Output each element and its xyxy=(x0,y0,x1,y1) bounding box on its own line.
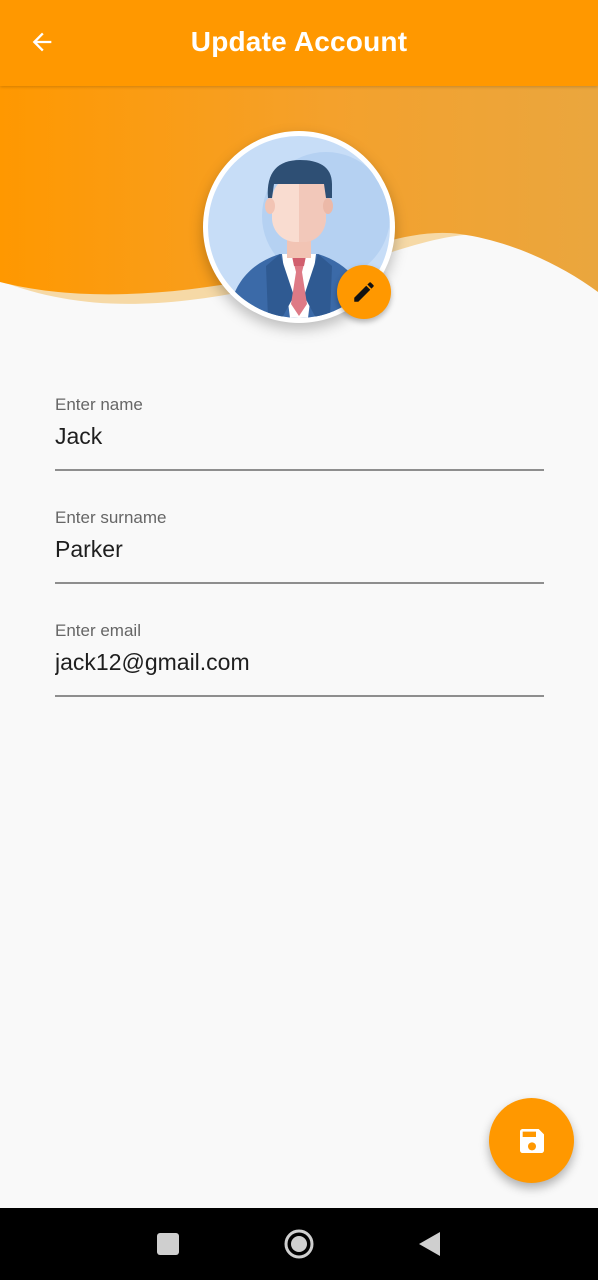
page-title: Update Account xyxy=(190,26,408,57)
profile-avatar-container xyxy=(203,131,395,323)
surname-field: Enter surname xyxy=(55,508,544,584)
system-navigation-bar xyxy=(0,1208,598,1280)
edit-photo-button[interactable] xyxy=(337,265,391,319)
recents-button[interactable] xyxy=(148,1226,188,1262)
name-field-underline xyxy=(55,469,544,471)
save-button[interactable] xyxy=(489,1098,574,1183)
home-button[interactable] xyxy=(279,1226,319,1262)
email-field-underline xyxy=(55,695,544,697)
email-field-label: Enter email xyxy=(55,621,141,640)
home-circle-icon xyxy=(284,1229,314,1259)
surname-field-underline xyxy=(55,582,544,584)
recents-square-icon xyxy=(157,1233,179,1255)
surname-input[interactable] xyxy=(55,533,544,565)
app-bar: Update Account xyxy=(0,0,598,86)
name-field: Enter name xyxy=(55,395,544,471)
system-back-button[interactable] xyxy=(410,1226,450,1262)
surname-field-label: Enter surname xyxy=(55,508,167,527)
pencil-icon xyxy=(354,282,374,302)
save-icon xyxy=(519,1128,544,1153)
email-input[interactable] xyxy=(55,646,544,678)
back-triangle-icon xyxy=(419,1232,440,1256)
name-input[interactable] xyxy=(55,420,544,452)
email-field: Enter email xyxy=(55,621,544,697)
name-field-label: Enter name xyxy=(55,395,143,414)
